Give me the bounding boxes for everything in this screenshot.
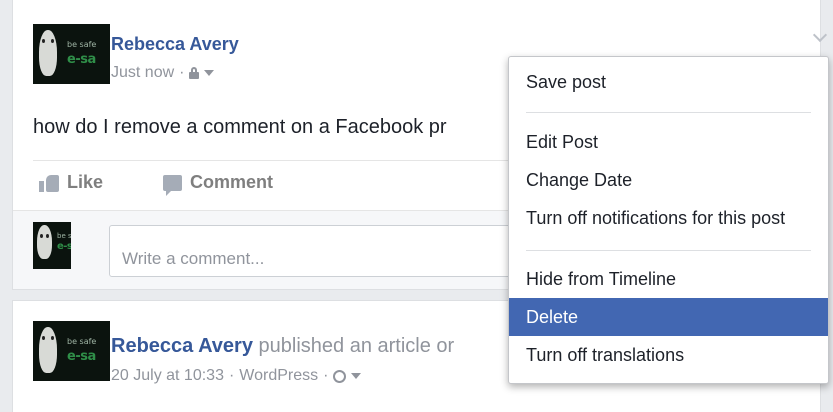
post-author-name[interactable]: Rebecca Avery: [111, 335, 253, 357]
thumbs-up-icon: [39, 174, 59, 192]
meta-separator: ·: [323, 367, 329, 384]
avatar-logo-text: e-sa: [67, 52, 96, 67]
audience-chevron-icon[interactable]: [351, 373, 362, 379]
like-label: Like: [67, 172, 104, 192]
mask-face-icon: [39, 327, 57, 373]
avatar-tag: be safe: [67, 337, 97, 346]
menu-item-turn-off-translations[interactable]: Turn off translations: [509, 336, 828, 374]
menu-item-edit-post[interactable]: Edit Post: [509, 123, 828, 161]
comment-label: Comment: [190, 172, 274, 192]
commenter-avatar[interactable]: be safe e-sa: [33, 222, 71, 269]
globe-icon: [333, 369, 347, 383]
post-timestamp[interactable]: Just now: [111, 64, 174, 82]
post-author-name[interactable]: Rebecca Avery: [111, 34, 239, 55]
avatar-tag: be safe: [67, 40, 97, 49]
meta-separator: ·: [228, 367, 235, 384]
post-meta: 20 July at 10:33 · WordPress ·: [111, 367, 362, 385]
mask-face-icon: [39, 30, 57, 76]
audience-chevron-icon[interactable]: [204, 70, 215, 76]
post-options-menu: Save post Edit Post Change Date Turn off…: [508, 56, 829, 384]
menu-separator: [526, 112, 811, 113]
post-meta: Just now ·: [111, 64, 215, 82]
avatar-logo-text: e-sa: [67, 349, 96, 364]
post-timestamp[interactable]: 20 July at 10:33: [111, 367, 224, 385]
lock-icon: [189, 67, 200, 79]
comment-bubble-icon: [163, 174, 182, 196]
menu-separator: [526, 250, 811, 251]
like-button[interactable]: Like: [39, 172, 103, 193]
avatar[interactable]: be safe e-sa: [33, 24, 110, 84]
avatar[interactable]: be safe e-sa: [33, 321, 110, 381]
post-text: how do I remove a comment on a Facebook …: [33, 116, 447, 138]
post-options-chevron-icon[interactable]: [813, 30, 827, 44]
comment-button[interactable]: Comment: [163, 172, 274, 196]
menu-item-delete[interactable]: Delete: [509, 298, 828, 336]
menu-item-hide-from-timeline[interactable]: Hide from Timeline: [509, 260, 828, 298]
menu-item-change-date[interactable]: Change Date: [509, 161, 828, 199]
mask-face-icon: [37, 225, 52, 259]
avatar-tag: be safe: [57, 232, 71, 240]
post-header-line: Rebecca Avery published an article or: [111, 335, 454, 358]
avatar-logo-text: e-sa: [57, 241, 71, 252]
menu-item-turn-off-notifications[interactable]: Turn off notifications for this post: [509, 199, 828, 237]
meta-separator: ·: [179, 64, 185, 81]
post-action-text: published an article or: [258, 335, 455, 357]
menu-item-save-post[interactable]: Save post: [509, 63, 828, 101]
post-source[interactable]: WordPress: [239, 367, 318, 385]
